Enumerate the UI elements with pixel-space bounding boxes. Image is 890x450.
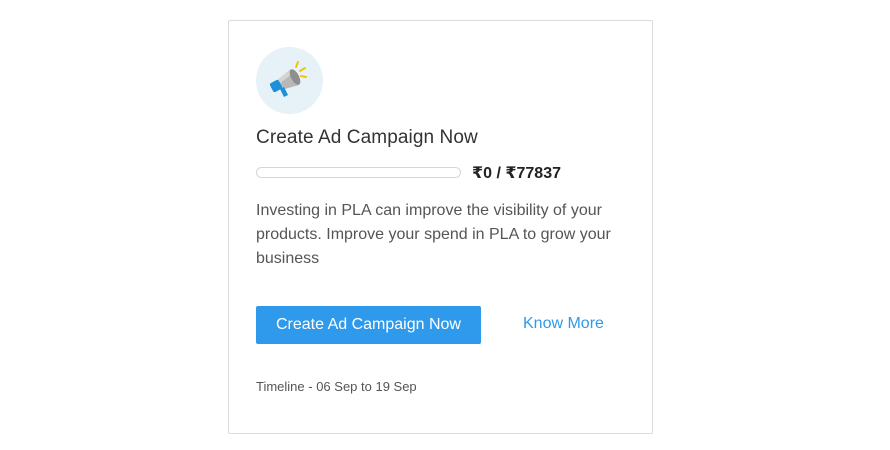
card-title: Create Ad Campaign Now: [256, 127, 478, 148]
progress-value: ₹0 / ₹77837: [472, 165, 561, 182]
timeline-text: Timeline - 06 Sep to 19 Sep: [256, 379, 417, 394]
spend-progress: ₹0 / ₹77837: [256, 163, 596, 183]
megaphone-icon: [269, 61, 307, 97]
progress-bar: [256, 167, 461, 178]
campaign-card: Create Ad Campaign Now ₹0 / ₹77837 Inves…: [228, 20, 653, 434]
know-more-link[interactable]: Know More: [523, 315, 604, 333]
create-campaign-button[interactable]: Create Ad Campaign Now: [256, 306, 481, 344]
card-description: Investing in PLA can improve the visibil…: [256, 202, 611, 267]
icon-badge: [256, 47, 323, 114]
